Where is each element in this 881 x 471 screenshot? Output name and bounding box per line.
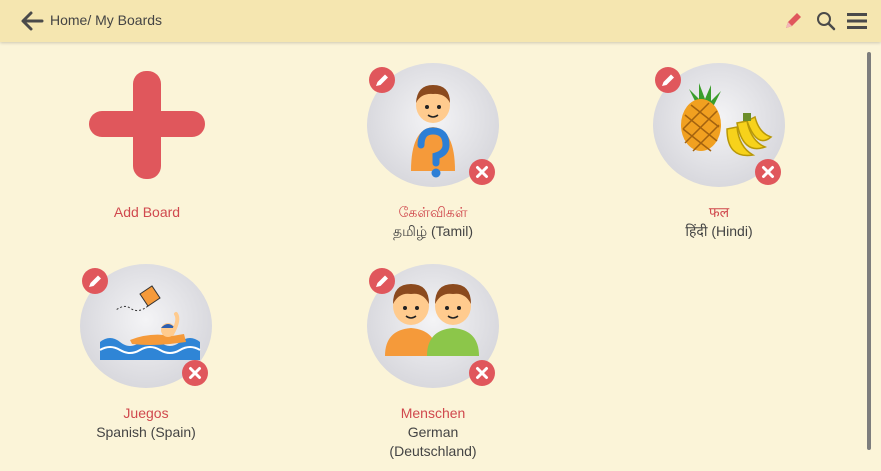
board-tile[interactable]: கேள்விகள் தமிழ் (Tamil) [318,63,548,241]
board-language: German [407,424,459,440]
edit-board-button[interactable] [82,268,108,294]
board-language-region: (Deutschland) [389,443,477,459]
board-language: Spanish (Spain) [96,424,196,440]
board-language: தமிழ் (Tamil) [392,223,474,239]
menu-icon[interactable] [845,9,869,33]
edit-board-button[interactable] [369,268,395,294]
add-board-tile[interactable]: Add Board [32,63,262,222]
pencil-icon[interactable] [781,9,805,33]
plus-icon[interactable] [81,63,213,187]
delete-board-button[interactable] [182,360,208,386]
board-tile[interactable]: फल हिंदी (Hindi) [604,63,834,241]
board-thumbnail[interactable] [367,264,499,388]
board-thumbnail[interactable] [80,264,212,388]
delete-board-button[interactable] [755,159,781,185]
board-name[interactable]: கேள்விகள் [318,203,548,222]
search-icon[interactable] [814,9,838,33]
board-thumbnail[interactable] [653,63,785,187]
board-language: हिंदी (Hindi) [685,223,753,239]
back-arrow-icon[interactable] [18,8,46,34]
board-tile[interactable]: Juegos Spanish (Spain) [31,264,261,442]
board-thumbnail[interactable] [367,63,499,187]
board-tile[interactable]: Menschen German (Deutschland) [318,264,548,461]
board-name[interactable]: Menschen [318,404,548,423]
edit-board-button[interactable] [655,67,681,93]
delete-board-button[interactable] [469,360,495,386]
edit-board-button[interactable] [369,67,395,93]
top-bar: Home/ My Boards [0,0,881,42]
scrollbar[interactable] [867,52,871,450]
board-name[interactable]: फल [604,203,834,222]
board-name[interactable]: Juegos [31,404,261,423]
add-board-label[interactable]: Add Board [32,203,262,222]
delete-board-button[interactable] [469,159,495,185]
breadcrumb[interactable]: Home/ My Boards [50,12,162,28]
